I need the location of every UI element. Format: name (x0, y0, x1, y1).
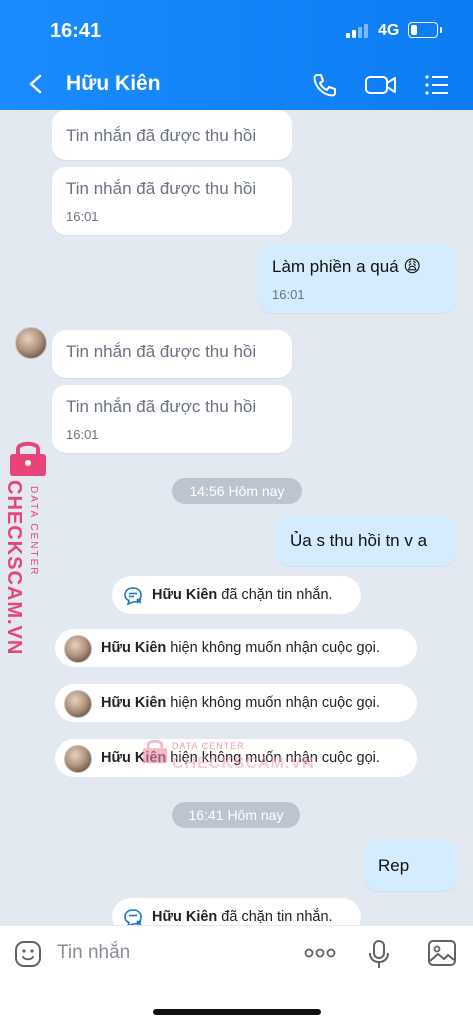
watermark-tagline-center: DATA CENTER (172, 741, 245, 751)
system-note-text: hiện không muốn nhận cuộc gọi. (166, 695, 380, 711)
watermark-brand: CHECKSCAM.VN (3, 480, 25, 656)
contact-avatar (64, 690, 92, 718)
signal-icon (346, 24, 370, 38)
menu-icon[interactable] (422, 70, 452, 100)
lock-icon (142, 739, 168, 764)
message-text: Rep (378, 856, 410, 875)
blocked-message-icon (124, 587, 142, 606)
status-time: 16:41 (50, 20, 102, 42)
watermark-tagline: DATA CENTER (28, 486, 39, 577)
system-note-no-calls: Hữu Kiên hiện không muốn nhận cuộc gọi. (55, 629, 417, 667)
message-time: 16:01 (66, 427, 99, 442)
message-text: Tin nhắn đã được thu hồi (66, 126, 257, 145)
system-note-text: đã chặn tin nhắn. (217, 909, 333, 925)
message-time: 16:01 (272, 287, 305, 302)
image-gallery-icon[interactable] (426, 938, 458, 968)
system-note-name: Hữu Kiên (101, 695, 167, 711)
message-text: Tin nhắn đã được thu hồi (66, 179, 257, 198)
message-bubble[interactable]: Tin nhắn đã được thu hồi (52, 110, 292, 160)
time-separator: 14:56 Hôm nay (172, 478, 302, 504)
message-bubble[interactable]: Tin nhắn đã được thu hồi (52, 330, 292, 378)
system-note-text: hiện không muốn nhận cuộc gọi. (166, 640, 380, 656)
chat-header: 16:41 4G Hữu Kiên (0, 0, 473, 110)
message-bubble[interactable]: Tin nhắn đã được thu hồi 16:01 (52, 167, 292, 235)
system-note-text: đã chặn tin nhắn. (217, 587, 333, 603)
message-bubble[interactable]: Tin nhắn đã được thu hồi 16:01 (52, 385, 292, 453)
back-arrow-icon[interactable] (22, 70, 50, 98)
message-text: Làm phiền a quá 😩 (272, 257, 422, 276)
my-message-bubble[interactable]: Ủa s thu hồi tn v a (276, 516, 457, 566)
my-message-bubble[interactable]: Làm phiền a quá 😩 16:01 (258, 245, 457, 313)
system-note-name: Hữu Kiên (152, 909, 218, 925)
microphone-icon[interactable] (366, 938, 392, 970)
my-message-bubble[interactable]: Rep (364, 841, 458, 891)
network-label: 4G (378, 22, 400, 39)
phone-call-icon[interactable] (309, 70, 339, 100)
home-indicator (153, 1009, 321, 1015)
watermark-brand-center: CHECKSCAM.VN (172, 755, 315, 772)
system-note-blocked: Hữu Kiên đã chặn tin nhắn. (112, 576, 361, 614)
message-text: Tin nhắn đã được thu hồi (66, 342, 257, 361)
system-note-name: Hữu Kiên (152, 587, 218, 603)
system-note-name: Hữu Kiên (101, 640, 167, 656)
nav-bar: Hữu Kiên (0, 62, 473, 110)
lock-icon (10, 441, 46, 476)
message-input-bar: Tin nhắn (0, 925, 473, 1025)
time-separator: 16:41 Hôm nay (172, 802, 300, 828)
message-text: Tin nhắn đã được thu hồi (66, 397, 257, 416)
more-options-icon[interactable] (302, 943, 338, 963)
message-input[interactable]: Tin nhắn (57, 942, 130, 964)
contact-avatar[interactable] (15, 327, 47, 359)
battery-icon (408, 22, 442, 38)
contact-name[interactable]: Hữu Kiên (66, 72, 161, 96)
message-time: 16:01 (66, 209, 99, 224)
contact-avatar (64, 635, 92, 663)
message-text: Ủa s thu hồi tn v a (290, 531, 428, 550)
video-call-icon[interactable] (364, 70, 398, 100)
system-note-no-calls: Hữu Kiên hiện không muốn nhận cuộc gọi. (55, 684, 417, 722)
status-bar: 16:41 4G (0, 0, 473, 62)
contact-avatar (64, 745, 92, 773)
sticker-icon[interactable] (13, 939, 43, 969)
